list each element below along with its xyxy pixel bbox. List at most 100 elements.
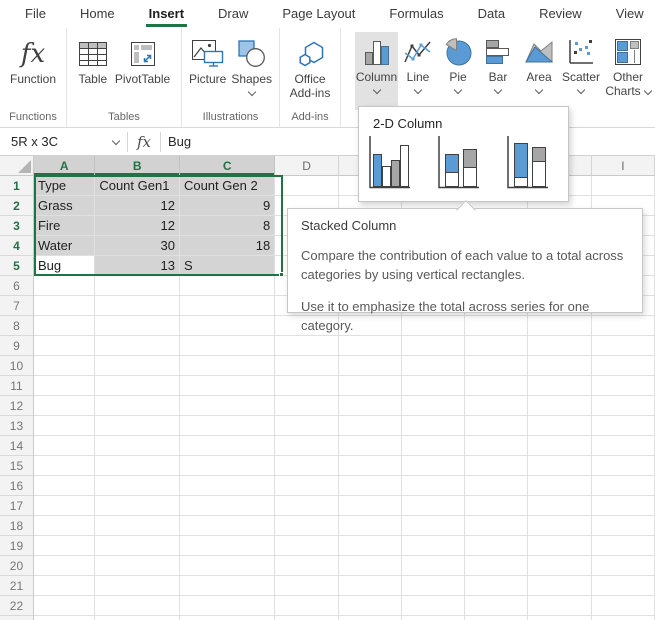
cell-I20[interactable] [592,556,655,576]
cell-A5[interactable]: Bug [34,256,95,276]
cell-E15[interactable] [339,456,402,476]
cell-E21[interactable] [339,576,402,596]
cell-A3[interactable]: Fire [34,216,95,236]
row-header-11[interactable]: 11 [0,376,34,396]
cell-C3[interactable]: 8 [180,216,275,236]
cell-A6[interactable] [34,276,95,296]
cell-H11[interactable] [528,376,591,396]
line-chart-button[interactable]: Line [398,32,438,110]
cell-G20[interactable] [465,556,528,576]
cell-F12[interactable] [402,396,465,416]
cell-G22[interactable] [465,596,528,616]
row-header-13[interactable]: 13 [0,416,34,436]
table-button[interactable]: Table [78,32,108,86]
cell-H23[interactable] [528,616,591,620]
tab-formulas[interactable]: Formulas [372,0,460,28]
cell-B2[interactable]: 12 [95,196,180,216]
cell-E9[interactable] [339,336,402,356]
cell-C7[interactable] [180,296,275,316]
cell-F18[interactable] [402,516,465,536]
cell-D1[interactable] [275,176,338,196]
cell-F13[interactable] [402,416,465,436]
column-header-B[interactable]: B [95,156,180,176]
cell-I11[interactable] [592,376,655,396]
cell-F9[interactable] [402,336,465,356]
cell-I9[interactable] [592,336,655,356]
cell-B5[interactable]: 13 [95,256,180,276]
cell-C12[interactable] [180,396,275,416]
cell-H12[interactable] [528,396,591,416]
cell-E19[interactable] [339,536,402,556]
row-header-3[interactable]: 3 [0,216,34,236]
cell-A7[interactable] [34,296,95,316]
cell-B1[interactable]: Count Gen1 [95,176,180,196]
stacked-column-option[interactable] [435,133,481,191]
bar-chart-button[interactable]: Bar [478,32,518,110]
cell-D10[interactable] [275,356,338,376]
cell-A16[interactable] [34,476,95,496]
cell-C9[interactable] [180,336,275,356]
cell-E13[interactable] [339,416,402,436]
cell-F15[interactable] [402,456,465,476]
column-header-A[interactable]: A [34,156,95,176]
cell-G18[interactable] [465,516,528,536]
cell-A23[interactable] [34,616,95,620]
cell-C23[interactable] [180,616,275,620]
cell-A19[interactable] [34,536,95,556]
cell-B13[interactable] [95,416,180,436]
cell-G10[interactable] [465,356,528,376]
cell-B12[interactable] [95,396,180,416]
cell-G12[interactable] [465,396,528,416]
cell-C2[interactable]: 9 [180,196,275,216]
row-header-9[interactable]: 9 [0,336,34,356]
pie-chart-button[interactable]: Pie [438,32,478,110]
picture-button[interactable]: Picture [189,32,226,86]
cell-H16[interactable] [528,476,591,496]
cell-A22[interactable] [34,596,95,616]
cell-I21[interactable] [592,576,655,596]
row-header-10[interactable]: 10 [0,356,34,376]
cell-C20[interactable] [180,556,275,576]
cell-E16[interactable] [339,476,402,496]
row-header-19[interactable]: 19 [0,536,34,556]
cell-G21[interactable] [465,576,528,596]
row-header-8[interactable]: 8 [0,316,34,336]
cell-H13[interactable] [528,416,591,436]
cell-D14[interactable] [275,436,338,456]
cell-H17[interactable] [528,496,591,516]
tab-file[interactable]: File [8,0,63,28]
cell-G17[interactable] [465,496,528,516]
cell-D16[interactable] [275,476,338,496]
cell-A11[interactable] [34,376,95,396]
cell-D15[interactable] [275,456,338,476]
column-chart-button[interactable]: Column [355,32,398,110]
cell-G16[interactable] [465,476,528,496]
cell-D11[interactable] [275,376,338,396]
cell-F19[interactable] [402,536,465,556]
cell-I12[interactable] [592,396,655,416]
cell-I18[interactable] [592,516,655,536]
cell-D18[interactable] [275,516,338,536]
tab-review[interactable]: Review [522,0,599,28]
cell-B18[interactable] [95,516,180,536]
row-header-21[interactable]: 21 [0,576,34,596]
cell-B19[interactable] [95,536,180,556]
row-header-7[interactable]: 7 [0,296,34,316]
cell-B16[interactable] [95,476,180,496]
cell-B23[interactable] [95,616,180,620]
cell-B14[interactable] [95,436,180,456]
cell-C1[interactable]: Count Gen 2 [180,176,275,196]
cell-D21[interactable] [275,576,338,596]
cell-A17[interactable] [34,496,95,516]
cell-B8[interactable] [95,316,180,336]
cell-H15[interactable] [528,456,591,476]
cell-I22[interactable] [592,596,655,616]
row-header-23[interactable]: 23 [0,616,34,620]
cell-D17[interactable] [275,496,338,516]
cell-D20[interactable] [275,556,338,576]
row-header-22[interactable]: 22 [0,596,34,616]
cell-G11[interactable] [465,376,528,396]
cell-A2[interactable]: Grass [34,196,95,216]
cell-C10[interactable] [180,356,275,376]
cell-C21[interactable] [180,576,275,596]
